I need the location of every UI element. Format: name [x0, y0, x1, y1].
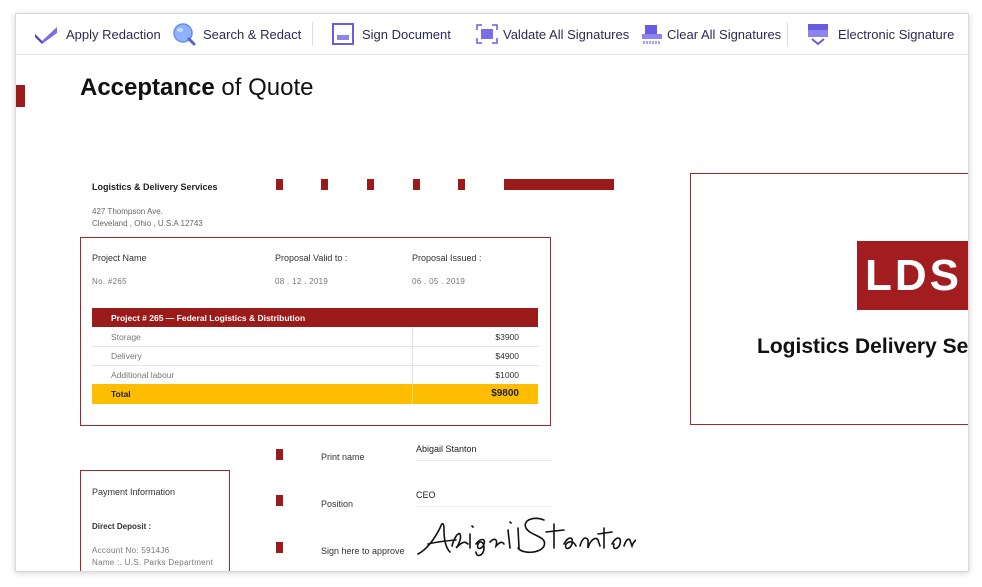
row-item: Additional labour [111, 370, 175, 380]
decor-block [367, 179, 374, 190]
validate-signatures-button[interactable]: Valdate All Signatures [475, 14, 629, 54]
sign-document-label: Sign Document [362, 26, 451, 42]
page-title: Acceptance of Quote [80, 74, 314, 101]
document-viewer: Apply Redaction Search & Redact Sign Doc… [15, 13, 969, 572]
total-value: $9800 [491, 388, 519, 399]
checkmark-icon [33, 24, 59, 44]
sign-document-button[interactable]: Sign Document [331, 14, 451, 54]
address-line-1: 427 Thompson Ave. [92, 207, 163, 216]
project-name-value: No. #265 [92, 277, 127, 286]
row-amount: $3900 [495, 332, 519, 342]
table-row: Storage $3900 [92, 327, 538, 347]
valid-to-label: Proposal Valid to : [275, 253, 348, 263]
handwritten-signature [417, 517, 641, 557]
row-amount: $4900 [495, 351, 519, 361]
decor-bar [504, 179, 614, 190]
position-field[interactable]: CEO [416, 490, 436, 500]
electronic-signature-icon [807, 22, 829, 46]
validate-signatures-label: Valdate All Signatures [503, 26, 630, 42]
apply-redaction-button[interactable]: Apply Redaction [33, 14, 161, 54]
clear-signatures-button[interactable]: Clear All Signatures [641, 14, 781, 54]
payment-box [80, 470, 230, 571]
electronic-signature-label: Electronic Signature [838, 26, 955, 42]
payment-title: Payment Information [92, 487, 176, 497]
decor-block [458, 179, 465, 190]
signature-field[interactable] [414, 510, 641, 560]
field-underline [416, 460, 552, 461]
valid-to-value: 08 . 12 . 2019 [275, 277, 329, 286]
issued-label: Proposal Issued : [412, 253, 482, 263]
table-header: Project # 265 — Federal Logistics & Dist… [92, 308, 538, 327]
electronic-signature-button[interactable]: Electronic Signature [807, 14, 954, 54]
total-label: Total [111, 389, 131, 399]
decor-block [276, 449, 283, 460]
table-row: Additional labour $1000 [92, 365, 538, 385]
sign-label: Sign here to approve [321, 546, 405, 556]
row-item: Delivery [111, 351, 142, 361]
validate-icon [475, 23, 499, 45]
search-redact-label: Search & Redact [203, 26, 302, 42]
account-number: Account No: 5914J6 [92, 546, 170, 555]
position-label: Position [321, 499, 354, 509]
decor-block [276, 495, 283, 506]
project-name-label: Project Name [92, 253, 147, 263]
search-icon [172, 22, 196, 46]
print-name-field[interactable]: Abigail Stanton [416, 444, 477, 454]
deposit-label: Direct Deposit : [92, 522, 152, 531]
toolbar-divider [312, 22, 313, 46]
address-line-2: Cleveland , Ohio , U.S.A 12743 [92, 219, 203, 228]
print-name-label: Print name [321, 452, 365, 462]
decor-block [321, 179, 328, 190]
row-amount: $1000 [495, 370, 519, 380]
decor-block [276, 179, 283, 190]
company-name: Logistics & Delivery Services [92, 182, 218, 192]
brand-name: Logistics Delivery Se [757, 335, 968, 358]
accent-bar [16, 85, 25, 107]
search-redact-button[interactable]: Search & Redact [172, 14, 301, 54]
row-item: Storage [111, 332, 141, 342]
toolbar-divider [787, 22, 788, 46]
clear-signatures-label: Clear All Signatures [667, 26, 782, 42]
document-page: Acceptance of Quote Logistics & Delivery… [16, 55, 968, 571]
table-header-label: Project # 265 — Federal Logistics & Dist… [111, 313, 306, 323]
issued-value: 06 . 05 . 2019 [412, 277, 466, 286]
field-underline [416, 506, 552, 507]
decor-block [413, 179, 420, 190]
table-row: Delivery $4900 [92, 346, 538, 366]
apply-redaction-label: Apply Redaction [66, 26, 161, 42]
clear-signatures-icon [641, 23, 663, 45]
toolbar: Apply Redaction Search & Redact Sign Doc… [16, 14, 968, 55]
decor-block [276, 542, 283, 553]
sign-document-icon [331, 22, 355, 46]
total-row: Total $9800 [92, 384, 538, 404]
account-name: Name :. U.S. Parks Department [92, 558, 214, 567]
company-logo: LDS [857, 241, 968, 310]
